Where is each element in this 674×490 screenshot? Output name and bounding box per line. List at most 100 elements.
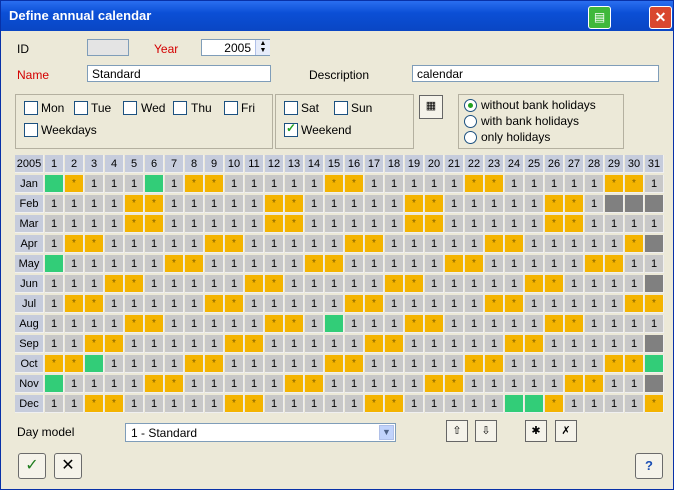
day-cell-workday[interactable]: 1 <box>405 395 424 413</box>
day-cell-weekend[interactable]: * <box>85 235 104 253</box>
weekdays-checkbox[interactable] <box>24 123 38 137</box>
day-cell-workday[interactable]: 1 <box>385 295 404 313</box>
day-cell-workday[interactable]: 1 <box>105 355 124 373</box>
day-cell-weekend[interactable]: * <box>425 195 444 213</box>
day-cell-workday[interactable]: 1 <box>285 255 304 273</box>
day-cell-workday[interactable]: 1 <box>465 375 484 393</box>
day-cell-weekend[interactable]: * <box>625 235 644 253</box>
day-cell-weekend[interactable]: * <box>425 215 444 233</box>
day-cell-workday[interactable]: 1 <box>165 215 184 233</box>
day-cell-workday[interactable]: 1 <box>605 335 624 353</box>
radio-only-holidays[interactable] <box>464 131 477 144</box>
day-cell-weekend[interactable]: * <box>465 175 484 193</box>
day-cell-workday[interactable]: 1 <box>145 355 164 373</box>
day-cell-weekend[interactable]: * <box>405 275 424 293</box>
day-cell-workday[interactable]: 1 <box>65 375 84 393</box>
day-cell-workday[interactable]: 1 <box>145 395 164 413</box>
day-cell-workday[interactable]: 1 <box>465 195 484 213</box>
day-cell-holiday[interactable] <box>85 355 104 373</box>
day-cell-workday[interactable]: 1 <box>365 215 384 233</box>
day-cell-workday[interactable]: 1 <box>85 375 104 393</box>
day-cell-workday[interactable]: 1 <box>585 355 604 373</box>
day-cell-workday[interactable]: 1 <box>305 395 324 413</box>
day-cell-workday[interactable]: 1 <box>285 235 304 253</box>
day-cell-weekend[interactable]: * <box>445 375 464 393</box>
year-spinner-arrows[interactable]: ▲ ▼ <box>255 40 270 55</box>
day-cell-workday[interactable]: 1 <box>505 215 524 233</box>
day-cell-weekend[interactable]: * <box>605 255 624 273</box>
day-cell-workday[interactable]: 1 <box>265 235 284 253</box>
day-cell-workday[interactable]: 1 <box>265 295 284 313</box>
day-cell-workday[interactable]: 1 <box>345 195 364 213</box>
day-cell-workday[interactable]: 1 <box>505 375 524 393</box>
day-cell-weekend[interactable]: * <box>565 315 584 333</box>
day-cell-weekend[interactable]: * <box>305 375 324 393</box>
day-cell-weekend[interactable]: * <box>525 275 544 293</box>
day-cell-workday[interactable]: 1 <box>85 255 104 273</box>
day-cell-workday[interactable]: 1 <box>165 195 184 213</box>
day-cell-workday[interactable]: 1 <box>325 395 344 413</box>
day-cell-workday[interactable]: 1 <box>625 255 644 273</box>
day-cell-holiday[interactable] <box>505 395 524 413</box>
day-cell-workday[interactable]: 1 <box>85 215 104 233</box>
day-cell-workday[interactable]: 1 <box>325 235 344 253</box>
day-cell-workday[interactable]: 1 <box>505 275 524 293</box>
day-cell-workday[interactable]: 1 <box>65 395 84 413</box>
move-up-icon[interactable]: ⇧ <box>446 420 468 442</box>
day-cell-weekend[interactable]: * <box>625 295 644 313</box>
day-cell-workday[interactable]: 1 <box>545 375 564 393</box>
move-down-icon[interactable]: ⇩ <box>475 420 497 442</box>
day-cell-workday[interactable]: 1 <box>285 355 304 373</box>
id-field[interactable] <box>87 39 129 56</box>
day-cell-workday[interactable]: 1 <box>405 175 424 193</box>
day-cell-workday[interactable]: 1 <box>265 395 284 413</box>
day-cell-workday[interactable]: 1 <box>125 335 144 353</box>
day-cell-workday[interactable]: 1 <box>225 375 244 393</box>
day-cell-workday[interactable]: 1 <box>425 355 444 373</box>
day-cell-weekend[interactable]: * <box>445 255 464 273</box>
day-cell-weekend[interactable]: * <box>225 395 244 413</box>
day-cell-workday[interactable]: 1 <box>185 275 204 293</box>
day-cell-weekend[interactable]: * <box>225 335 244 353</box>
day-cell-workday[interactable]: 1 <box>165 315 184 333</box>
day-cell-workday[interactable]: 1 <box>105 375 124 393</box>
day-cell-workday[interactable]: 1 <box>245 175 264 193</box>
day-cell-workday[interactable]: 1 <box>265 355 284 373</box>
day-cell-workday[interactable]: 1 <box>605 235 624 253</box>
day-cell-weekend[interactable]: * <box>205 235 224 253</box>
day-cell-workday[interactable]: 1 <box>605 295 624 313</box>
day-cell-weekend[interactable]: * <box>605 175 624 193</box>
day-cell-weekend[interactable]: * <box>625 175 644 193</box>
day-cell-workday[interactable]: 1 <box>65 195 84 213</box>
day-cell-workday[interactable]: 1 <box>485 195 504 213</box>
day-cell-workday[interactable]: 1 <box>365 315 384 333</box>
day-cell-workday[interactable]: 1 <box>345 315 364 333</box>
day-cell-weekend[interactable]: * <box>265 215 284 233</box>
day-cell-workday[interactable]: 1 <box>365 255 384 273</box>
day-cell-workday[interactable]: 1 <box>525 215 544 233</box>
day-cell-workday[interactable]: 1 <box>285 175 304 193</box>
day-cell-weekend[interactable]: * <box>85 335 104 353</box>
day-cell-workday[interactable]: 1 <box>225 175 244 193</box>
day-cell-weekend[interactable]: * <box>345 175 364 193</box>
day-cell-workday[interactable]: 1 <box>425 255 444 273</box>
day-cell-workday[interactable]: 1 <box>545 355 564 373</box>
day-cell-weekend[interactable]: * <box>245 335 264 353</box>
day-cell-workday[interactable]: 1 <box>305 335 324 353</box>
day-cell-workday[interactable]: 1 <box>305 295 324 313</box>
day-cell-workday[interactable]: 1 <box>585 275 604 293</box>
day-cell-weekend[interactable]: * <box>545 275 564 293</box>
day-cell-weekend[interactable]: * <box>265 195 284 213</box>
day-cell-weekend[interactable]: * <box>85 295 104 313</box>
day-cell-weekend[interactable]: * <box>505 235 524 253</box>
day-cell-workday[interactable]: 1 <box>305 235 324 253</box>
day-cell-workday[interactable]: 1 <box>505 355 524 373</box>
day-cell-workday[interactable]: 1 <box>545 235 564 253</box>
day-cell-workday[interactable]: 1 <box>165 395 184 413</box>
day-cell-workday[interactable]: 1 <box>285 275 304 293</box>
day-cell-workday[interactable]: 1 <box>185 395 204 413</box>
day-cell-workday[interactable]: 1 <box>185 375 204 393</box>
day-cell-workday[interactable]: 1 <box>225 255 244 273</box>
day-cell-weekend[interactable]: * <box>325 355 344 373</box>
day-cell-workday[interactable]: 1 <box>445 195 464 213</box>
